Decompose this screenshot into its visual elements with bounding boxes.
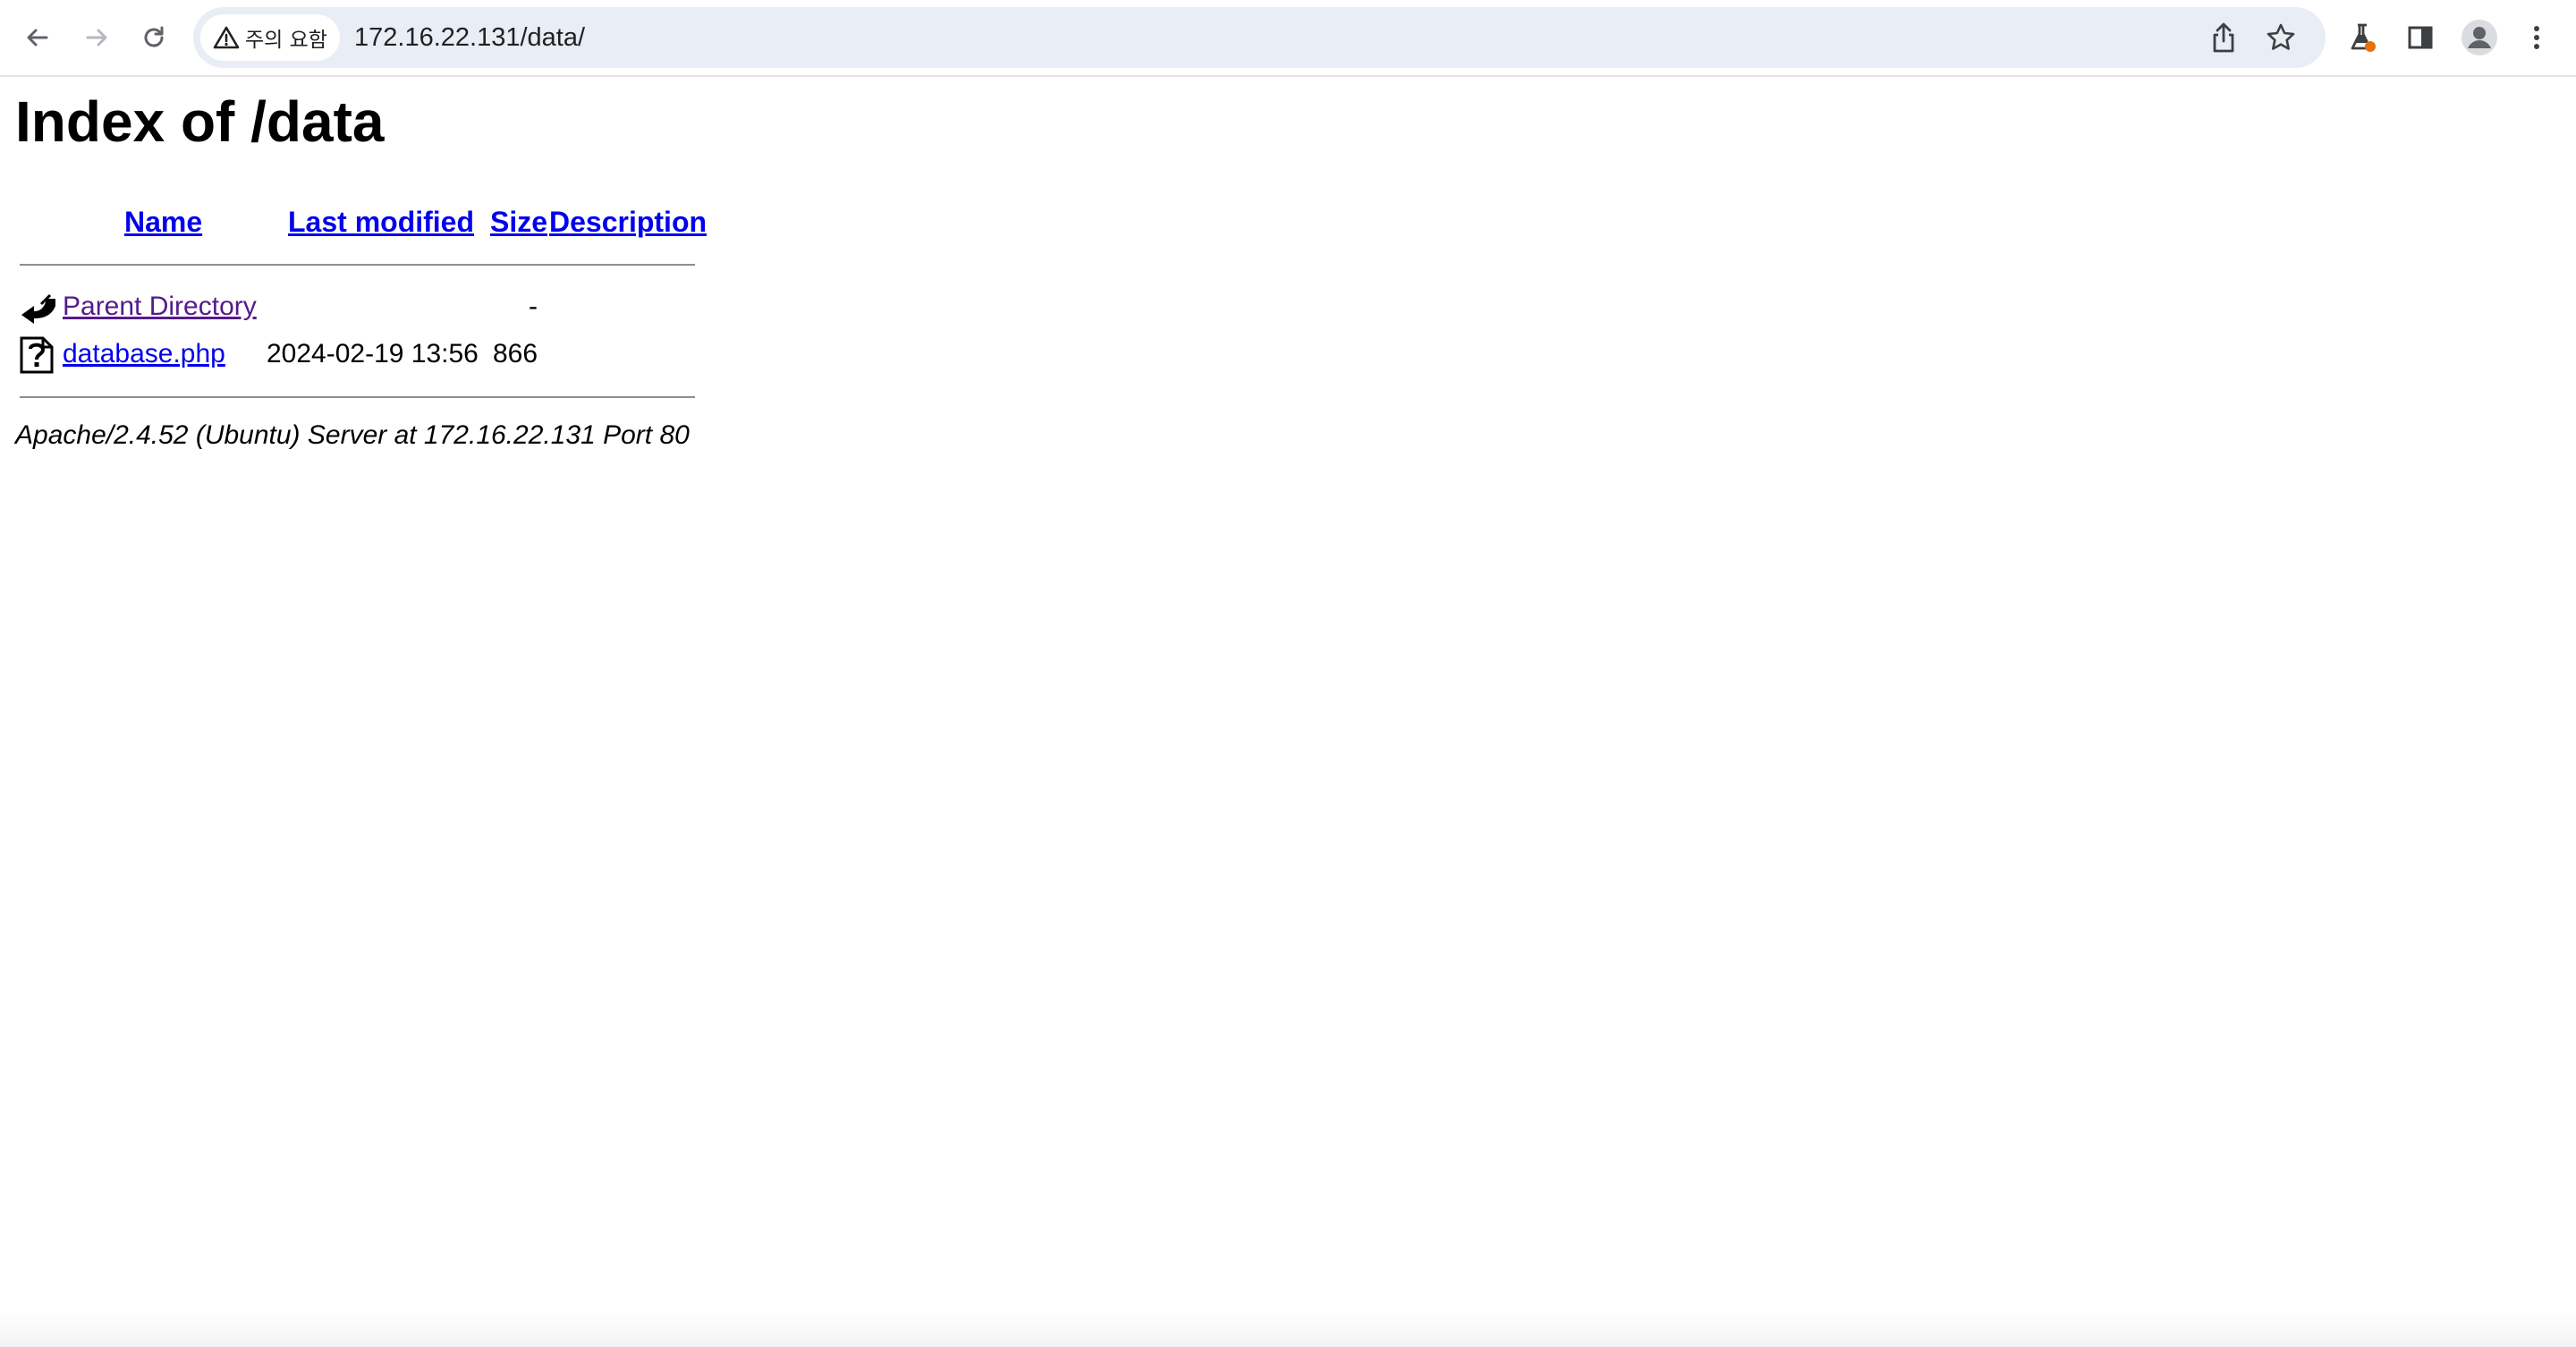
row-size: 866 [493,339,538,369]
row-last-modified: 2024-02-19 13:56 [267,339,479,369]
star-icon [2267,23,2295,50]
parent-directory-link[interactable]: Parent Directory [63,289,257,325]
profile-button[interactable] [2460,18,2499,57]
security-chip-label: 주의 요함 [245,29,327,52]
back-button[interactable] [18,18,57,57]
arrow-left-icon [27,29,48,47]
column-header-name[interactable]: Name [124,204,202,240]
url-text[interactable]: 172.16.22.131/data/ [354,7,585,68]
security-chip[interactable]: 주의 요함 [200,14,340,61]
reload-button[interactable] [134,18,174,57]
browser-toolbar: 주의 요함 172.16.22.131/data/ [0,0,2576,77]
menu-button[interactable] [2517,18,2556,57]
arrow-right-icon [86,29,107,47]
column-header-last-modified[interactable]: Last modified [288,204,474,240]
database-php-link[interactable]: database.php [63,336,225,372]
row-size: - [529,292,538,321]
server-signature: Apache/2.4.52 (Ubuntu) Server at 172.16.… [15,420,690,450]
bookmark-button[interactable] [2261,18,2301,57]
flask-icon [2351,23,2376,52]
labs-button[interactable] [2343,18,2383,57]
kebab-menu-icon [2534,26,2539,49]
window-bottom-shadow [0,1311,2576,1347]
column-header-size[interactable]: Size [490,204,547,240]
page-title: Index of /data [15,89,385,154]
table-divider-top [20,264,695,266]
reload-icon [144,26,164,47]
address-bar[interactable]: 주의 요함 172.16.22.131/data/ [193,7,2326,68]
share-icon [2213,22,2234,53]
forward-button[interactable] [77,18,116,57]
table-divider-bottom [20,396,695,398]
unknown-file-icon [20,336,54,374]
share-button[interactable] [2204,18,2243,57]
side-panel-icon [2408,26,2433,49]
column-header-description[interactable]: Description [549,204,707,240]
back-arrow-icon [21,293,55,324]
warning-triangle-icon [213,26,240,49]
side-panel-button[interactable] [2401,18,2440,57]
profile-avatar-icon [2462,20,2497,55]
